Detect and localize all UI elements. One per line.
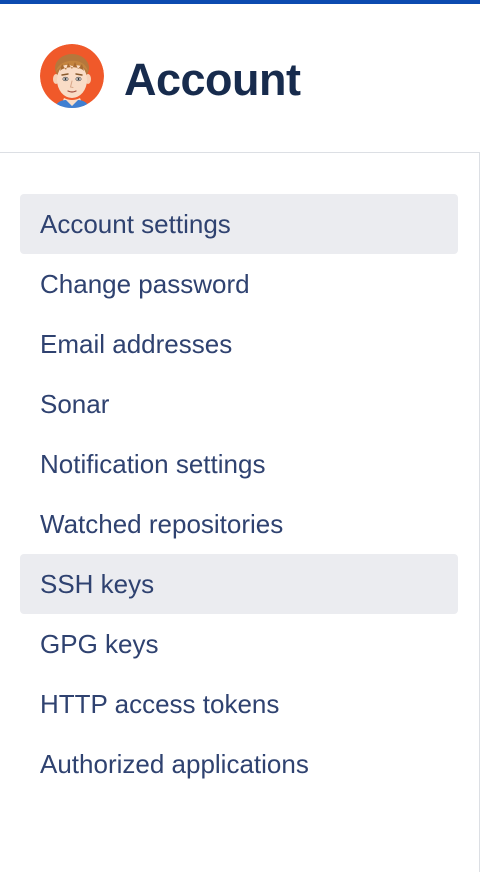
sidebar-item-ssh-keys[interactable]: SSH keys	[20, 554, 458, 614]
sidebar-item-authorized-applications[interactable]: Authorized applications	[20, 734, 458, 794]
account-page: Account Account settings Change password…	[0, 0, 480, 872]
sidebar-item-watched-repositories[interactable]: Watched repositories	[20, 494, 458, 554]
user-avatar-icon[interactable]	[40, 44, 104, 108]
sidebar-item-email-addresses[interactable]: Email addresses	[20, 314, 458, 374]
sidebar-item-notification-settings[interactable]: Notification settings	[20, 434, 458, 494]
sidebar-item-http-access-tokens[interactable]: HTTP access tokens	[20, 674, 458, 734]
sidebar-item-account-settings[interactable]: Account settings	[20, 194, 458, 254]
page-header: Account	[0, 4, 480, 153]
sidebar-item-change-password[interactable]: Change password	[20, 254, 458, 314]
sidebar-item-gpg-keys[interactable]: GPG keys	[20, 614, 458, 674]
sidebar-panel: Account settings Change password Email a…	[0, 153, 480, 872]
sidebar-item-sonar[interactable]: Sonar	[20, 374, 458, 434]
account-sidebar-nav: Account settings Change password Email a…	[20, 194, 458, 794]
page-title: Account	[124, 54, 301, 105]
